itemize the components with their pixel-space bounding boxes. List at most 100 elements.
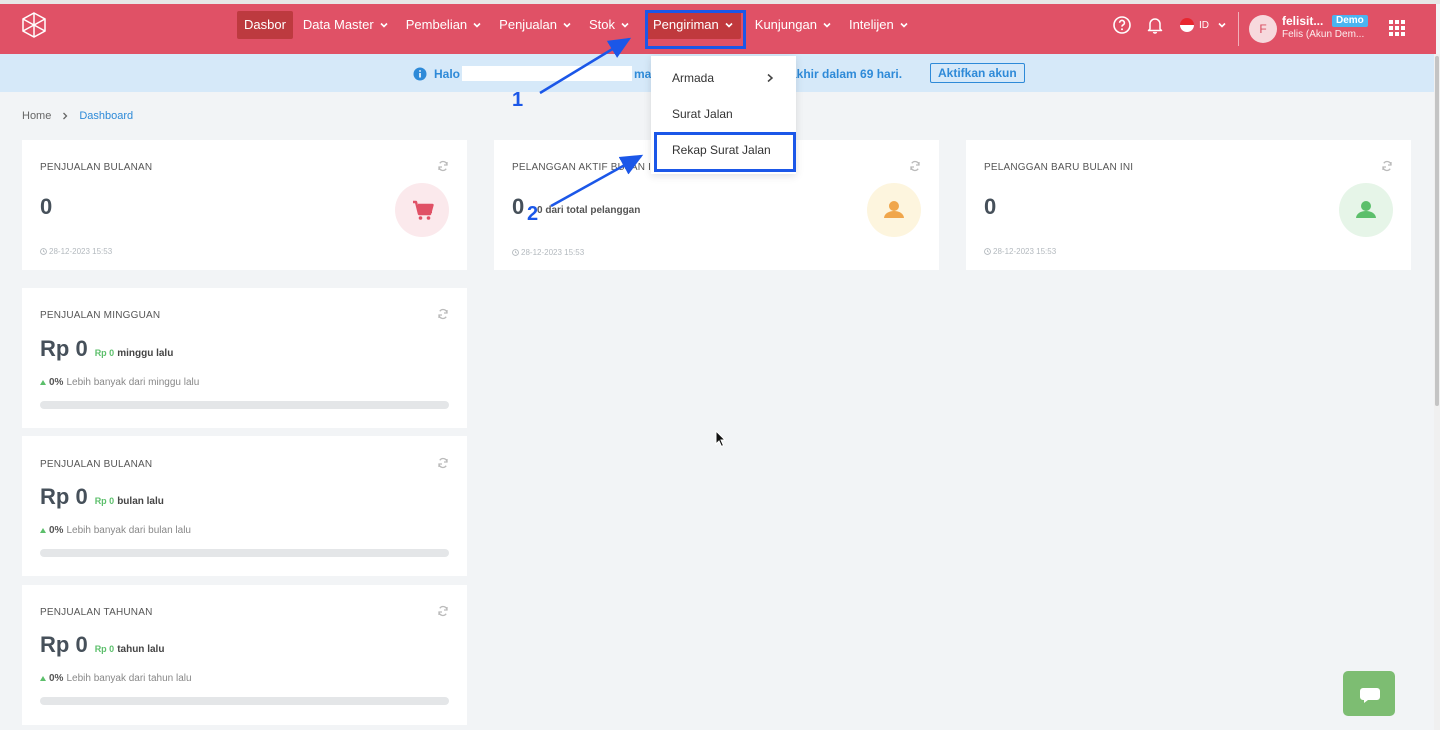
annotation-highlight-pengiriman	[645, 10, 746, 49]
previous-value: Rp 0	[94, 496, 115, 506]
change-percent: 0%	[49, 525, 64, 536]
refresh-icon[interactable]	[1381, 160, 1393, 172]
language-selector[interactable]: ID	[1180, 18, 1227, 32]
stat-card-new-customers: PELANGGAN BARU BULAN INI 0 28-12-2023 15…	[966, 140, 1411, 270]
language-code: ID	[1199, 19, 1209, 31]
banner-text-fragment: ma	[634, 67, 652, 81]
info-icon	[413, 67, 427, 81]
chevron-down-icon	[1218, 22, 1226, 28]
refresh-icon[interactable]	[437, 457, 449, 469]
change-line: 0% Lebih banyak dari minggu lalu	[40, 377, 199, 388]
change-text: Lebih banyak dari minggu lalu	[66, 377, 200, 388]
banner-greeting: Halo	[434, 67, 461, 81]
chevron-down-icon	[823, 22, 831, 28]
help-icon[interactable]	[1112, 15, 1132, 35]
period-label: minggu lalu	[117, 348, 174, 359]
menu-item-armada[interactable]: Armada	[672, 71, 714, 85]
menu-item-surat-jalan[interactable]: Surat Jalan	[672, 107, 733, 121]
nav-stok[interactable]: Stok	[582, 11, 637, 39]
nav-pembelian[interactable]: Pembelian	[399, 11, 489, 39]
flag-indonesia-icon	[1180, 18, 1194, 32]
nav-label: Penjualan	[499, 17, 557, 32]
sales-value: Rp 0	[40, 484, 88, 509]
scrollbar-thumb[interactable]	[1435, 56, 1439, 406]
chat-button[interactable]	[1343, 671, 1395, 716]
timestamp-text: 28-12-2023 15:53	[993, 247, 1057, 256]
change-line: 0% Lebih banyak dari bulan lalu	[40, 525, 191, 536]
period-label: tahun lalu	[117, 644, 165, 655]
sales-value-line: Rp 0 Rp 0 bulan lalu	[40, 484, 164, 510]
clock-icon	[984, 248, 991, 255]
card-title: PELANGGAN AKTIF BULAN INI	[512, 162, 662, 173]
timestamp-text: 28-12-2023 15:53	[521, 248, 585, 257]
card-title: PENJUALAN BULANAN	[40, 459, 153, 470]
nav-label: Kunjungan	[754, 17, 817, 32]
activate-account-button[interactable]: Aktifkan akun	[930, 63, 1025, 83]
timestamp-text: 28-12-2023 15:53	[49, 247, 113, 256]
previous-value: Rp 0	[94, 348, 115, 358]
card-title: PENJUALAN TAHUNAN	[40, 607, 153, 618]
sales-value: Rp 0	[40, 632, 88, 657]
nav-label: Pembelian	[405, 17, 468, 32]
cart-icon-badge	[395, 183, 449, 237]
note-text: dari total pelanggan	[545, 205, 641, 216]
card-title: PENJUALAN BULANAN	[40, 162, 153, 173]
sales-value-line: Rp 0 Rp 0 minggu lalu	[40, 336, 173, 362]
refresh-icon[interactable]	[437, 605, 449, 617]
app-logo-icon[interactable]	[20, 11, 48, 39]
refresh-icon[interactable]	[909, 160, 921, 172]
card-timestamp: 28-12-2023 15:53	[40, 247, 112, 256]
nav-label: Data Master	[302, 17, 374, 32]
main-nav: Dasbor Data Master Pembelian Penjualan S…	[237, 11, 919, 39]
change-text: Lebih banyak dari tahun lalu	[66, 673, 192, 684]
refresh-icon[interactable]	[437, 160, 449, 172]
progress-bar	[40, 697, 449, 705]
card-title: PELANGGAN BARU BULAN INI	[984, 162, 1134, 173]
sales-card-weekly: PENJUALAN MINGGUAN Rp 0 Rp 0 minggu lalu…	[22, 288, 467, 428]
clock-icon	[512, 249, 519, 256]
arrow-up-icon	[40, 380, 46, 385]
avatar[interactable]: F	[1249, 15, 1277, 43]
nav-label: Intelijen	[848, 17, 894, 32]
refresh-icon[interactable]	[437, 308, 449, 320]
chevron-right-icon	[63, 112, 68, 120]
nav-data-master[interactable]: Data Master	[296, 11, 396, 39]
stat-value: 0	[40, 194, 53, 219]
period-label: bulan lalu	[117, 496, 164, 507]
mouse-cursor-icon	[715, 430, 727, 448]
chevron-right-icon	[767, 73, 774, 83]
breadcrumb-home[interactable]: Home	[22, 110, 51, 122]
breadcrumb: Home Dashboard	[22, 110, 133, 122]
nav-penjualan[interactable]: Penjualan	[492, 11, 579, 39]
annotation-highlight-rekap	[654, 132, 796, 172]
apps-grid-icon[interactable]	[1389, 20, 1405, 36]
nav-dasbor[interactable]: Dasbor	[237, 11, 293, 39]
nav-label: Dasbor	[244, 17, 286, 32]
bell-icon[interactable]	[1145, 15, 1165, 35]
arrow-up-icon	[40, 676, 46, 681]
demo-badge: Demo	[1332, 15, 1368, 27]
user-organization: Felis (Akun Dem...	[1282, 29, 1365, 40]
annotation-step-2: 2	[527, 203, 539, 225]
clock-icon	[40, 248, 47, 255]
banner-trial-text: akhir dalam 69 hari.	[790, 67, 903, 81]
card-title: PENJUALAN MINGGUAN	[40, 310, 161, 321]
chat-bubble-icon	[1360, 688, 1380, 703]
user-icon	[884, 201, 904, 218]
nav-intelijen[interactable]: Intelijen	[842, 11, 916, 39]
chevron-down-icon	[563, 22, 571, 28]
nav-kunjungan[interactable]: Kunjungan	[748, 11, 839, 39]
stat-note: 0 dari total pelanggan	[537, 205, 640, 216]
annotation-step-1: 1	[512, 89, 524, 111]
stat-value: 0	[512, 194, 525, 219]
user-name[interactable]: felisit...	[1282, 14, 1323, 28]
chevron-down-icon	[900, 22, 908, 28]
stat-value: 0	[984, 194, 997, 219]
cart-icon	[413, 200, 434, 220]
breadcrumb-current: Dashboard	[79, 110, 134, 122]
sales-value-line: Rp 0 Rp 0 tahun lalu	[40, 632, 164, 658]
card-timestamp: 28-12-2023 15:53	[984, 247, 1056, 256]
nav-label: Stok	[589, 17, 616, 32]
change-text: Lebih banyak dari bulan lalu	[66, 525, 191, 536]
user-icon-badge	[867, 183, 921, 237]
